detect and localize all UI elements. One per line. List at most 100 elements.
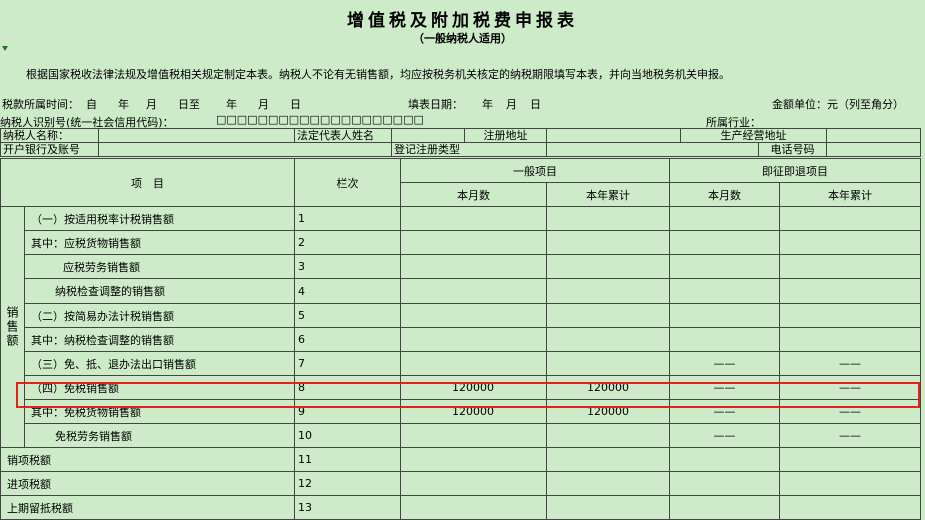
refund-year-cell[interactable]: [779, 303, 921, 328]
row-line-number: 6: [294, 327, 401, 352]
refund-month-cell[interactable]: [669, 495, 780, 520]
general-month-cell[interactable]: [400, 447, 547, 472]
general-year-cell[interactable]: [546, 303, 670, 328]
general-month-cell[interactable]: [400, 351, 547, 376]
refund-year-cell[interactable]: [779, 278, 921, 304]
row-line-number: 8: [294, 375, 401, 400]
refund-month-cell[interactable]: [669, 206, 780, 231]
name-label: 纳税人名称：: [0, 128, 99, 143]
refund-month-cell[interactable]: [669, 303, 780, 328]
period-month2: 月: [258, 98, 269, 111]
fill-month: 月: [506, 98, 517, 111]
amount-unit: 金额单位：元（列至角分）: [772, 98, 904, 111]
header-refund-year: 本年累计: [779, 182, 921, 207]
refund-month-cell[interactable]: [669, 471, 780, 496]
general-month-cell[interactable]: [400, 471, 547, 496]
general-month-cell[interactable]: 120000: [400, 399, 547, 424]
legal-rep-field[interactable]: [391, 128, 465, 143]
general-year-cell[interactable]: [546, 447, 670, 472]
general-month-cell[interactable]: [400, 303, 547, 328]
refund-month-cell[interactable]: [669, 327, 780, 352]
name-field[interactable]: [98, 128, 295, 143]
reg-type-field[interactable]: [546, 142, 759, 157]
general-year-cell[interactable]: [546, 495, 670, 520]
phone-field[interactable]: [826, 142, 921, 157]
declaration-table: 项 目 栏次 一般项目 即征即退项目 本月数 本年累计 本月数 本年累计 销售额…: [0, 158, 921, 520]
row-line-number: 1: [294, 206, 401, 231]
refund-month-cell: ——: [669, 399, 780, 424]
row-line-number: 13: [294, 495, 401, 520]
general-year-cell[interactable]: [546, 254, 670, 279]
period-day2: 日: [290, 98, 301, 111]
general-year-cell[interactable]: [546, 230, 670, 255]
table-row: 应税劳务销售额 3: [1, 254, 921, 279]
refund-year-cell[interactable]: [779, 206, 921, 231]
refund-month-cell[interactable]: [669, 254, 780, 279]
refund-month-cell[interactable]: [669, 278, 780, 304]
form-instruction: 根据国家税收法律法规及增值税相关规定制定本表。纳税人不论有无销售额，均应按税务机…: [26, 68, 730, 81]
general-month-cell[interactable]: [400, 230, 547, 255]
form-subtitle: （一般纳税人适用）: [413, 32, 512, 45]
general-month-cell[interactable]: 120000: [400, 375, 547, 400]
refund-month-cell: ——: [669, 423, 780, 448]
general-year-cell[interactable]: [546, 471, 670, 496]
period-year2: 年: [226, 98, 237, 111]
header-general: 一般项目: [400, 158, 670, 183]
row-label: 其中：纳税检查调整的销售额: [24, 327, 295, 352]
refund-year-cell: ——: [779, 399, 921, 424]
table-row: 销项税额 11: [0, 447, 921, 472]
header-refund: 即征即退项目: [669, 158, 921, 183]
refund-year-cell[interactable]: [779, 495, 921, 520]
row-label: 其中：免税货物销售额: [24, 399, 295, 424]
refund-month-cell[interactable]: [669, 447, 780, 472]
biz-address-field[interactable]: [826, 128, 921, 143]
general-year-cell[interactable]: 120000: [546, 399, 670, 424]
row-label: （一）按适用税率计税销售额: [24, 206, 295, 231]
general-year-cell[interactable]: [546, 206, 670, 231]
refund-month-cell: ——: [669, 351, 780, 376]
general-month-cell[interactable]: [400, 206, 547, 231]
general-month-cell[interactable]: [400, 495, 547, 520]
period-day-to: 日至: [178, 98, 200, 111]
reg-address-field[interactable]: [546, 128, 681, 143]
table-row: 纳税检查调整的销售额 4: [1, 278, 921, 304]
row-line-number: 7: [294, 351, 401, 376]
row-line-number: 5: [294, 303, 401, 328]
refund-year-cell[interactable]: [779, 254, 921, 279]
table-row: （二）按简易办法计税销售额 5: [1, 303, 921, 328]
table-row: 进项税额 12: [0, 471, 921, 496]
reg-address-label: 注册地址: [464, 128, 547, 143]
general-year-cell[interactable]: [546, 351, 670, 376]
refund-year-cell: ——: [779, 423, 921, 448]
refund-year-cell[interactable]: [779, 471, 921, 496]
phone-label: 电话号码: [758, 142, 827, 157]
table-row: 其中：免税货物销售额 9 120000 120000 —— ——: [1, 399, 921, 424]
bank-label: 开户银行及账号: [0, 142, 99, 157]
refund-year-cell[interactable]: [779, 230, 921, 255]
row-label: 上期留抵税额: [0, 495, 295, 520]
refund-year-cell[interactable]: [779, 447, 921, 472]
table-row: 上期留抵税额 13: [0, 495, 921, 520]
general-year-cell[interactable]: [546, 278, 670, 304]
general-year-cell[interactable]: 120000: [546, 375, 670, 400]
table-row: （四）免税销售额 8 120000 120000 —— ——: [1, 375, 921, 400]
row-label: 进项税额: [0, 471, 295, 496]
bank-field[interactable]: [98, 142, 392, 157]
refund-month-cell[interactable]: [669, 230, 780, 255]
row-label: 其中：应税货物销售额: [24, 230, 295, 255]
general-year-cell[interactable]: [546, 423, 670, 448]
taxpayer-info-table: 纳税人名称： 法定代表人姓名 注册地址 生产经营地址 开户银行及账号 登记注册类…: [0, 128, 921, 157]
refund-year-cell[interactable]: [779, 327, 921, 352]
general-month-cell[interactable]: [400, 423, 547, 448]
row-line-number: 3: [294, 254, 401, 279]
general-year-cell[interactable]: [546, 327, 670, 352]
header-general-month: 本月数: [400, 182, 547, 207]
general-month-cell[interactable]: [400, 278, 547, 304]
row-label: （四）免税销售额: [24, 375, 295, 400]
row-line-number: 11: [294, 447, 401, 472]
refund-year-cell: ——: [779, 351, 921, 376]
general-month-cell[interactable]: [400, 327, 547, 352]
general-month-cell[interactable]: [400, 254, 547, 279]
taxpayer-id-input[interactable]: □□□□□□□□□□□□□□□□□□□□: [216, 113, 424, 126]
row-label: （三）免、抵、退办法出口销售额: [24, 351, 295, 376]
